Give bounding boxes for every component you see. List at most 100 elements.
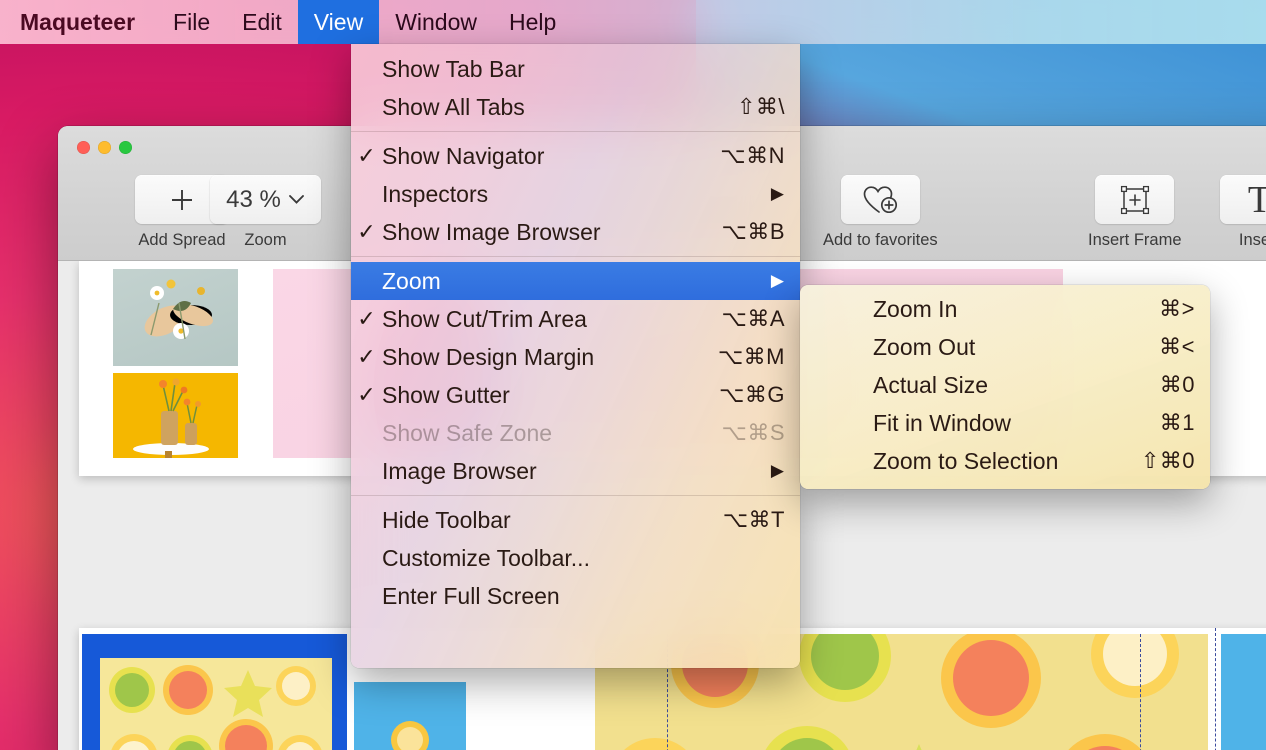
photo-right-blue-panel[interactable]	[1221, 634, 1266, 750]
view-menu-item-zoom[interactable]: Zoom ▶	[351, 262, 800, 300]
zoom-submenu[interactable]: Zoom In ⌘> Zoom Out ⌘< Actual Size ⌘0 Fit in W…	[800, 285, 1210, 489]
view-menu-item-label: Show Cut/Trim Area	[382, 305, 587, 332]
photo-dried-flowers[interactable]	[113, 269, 238, 366]
zoom-submenu-item-label: Zoom Out	[873, 333, 976, 360]
view-menu-item-shortcut: ⌥⌘B	[721, 219, 785, 244]
zoom-submenu-item-fit-in-window[interactable]: Fit in Window ⌘1	[800, 404, 1210, 442]
photo-flower-vases[interactable]	[113, 373, 238, 458]
insert-frame-label: Insert Frame	[1088, 231, 1182, 249]
zoom-submenu-item-actual-size[interactable]: Actual Size ⌘0	[800, 366, 1210, 404]
view-menu-item-label: Inspectors	[382, 180, 489, 207]
view-menu-item-label: Image Browser	[382, 457, 537, 484]
view-menu-item-show-navigator[interactable]: ✓ Show Navigator ⌥⌘N	[351, 137, 800, 175]
checkmark-icon: ✓	[357, 382, 376, 407]
view-menu-item-show-cut-trim-area[interactable]: ✓ Show Cut/Trim Area ⌥⌘A	[351, 300, 800, 338]
view-menu-item-show-safe-zone: Show Safe Zone ⌥⌘S	[351, 414, 800, 452]
zoom-submenu-item-zoom-in[interactable]: Zoom In ⌘>	[800, 290, 1210, 328]
view-menu-item-show-design-margin[interactable]: ✓ Show Design Margin ⌥⌘M	[351, 338, 800, 376]
view-menu-item-label: Show Image Browser	[382, 218, 601, 245]
insert-text-label: Insert	[1238, 231, 1266, 249]
view-menu-item-shortcut: ⌥⌘N	[720, 143, 785, 168]
view-menu-item-label: Show All Tabs	[382, 93, 525, 120]
view-menu-item-show-image-browser[interactable]: ✓ Show Image Browser ⌥⌘B	[351, 213, 800, 251]
gutter-guide-right	[1215, 628, 1216, 750]
window-controls[interactable]	[77, 141, 132, 154]
view-menu-item-show-all-tabs[interactable]: Show All Tabs ⇧⌘\	[351, 88, 800, 126]
submenu-arrow-icon: ▶	[770, 184, 784, 203]
view-menu-item-label: Zoom	[382, 267, 441, 294]
view-menu-item-shortcut: ⌥⌘S	[721, 420, 785, 445]
view-menu-separator	[351, 131, 800, 132]
menubar-item-file[interactable]: File	[157, 0, 226, 44]
zoom-submenu-item-shortcut: ⌘>	[1159, 296, 1195, 321]
view-menu-item-label: Show Tab Bar	[382, 55, 525, 82]
zoom-submenu-item-label: Zoom In	[873, 295, 958, 322]
view-menu-item-label: Show Gutter	[382, 381, 510, 408]
menu-bar[interactable]: Maqueteer File Edit View Window Help	[0, 0, 1266, 44]
menubar-item-maqueteer[interactable]: Maqueteer	[0, 0, 157, 44]
menubar-item-edit[interactable]: Edit	[226, 0, 298, 44]
design-margin-guide-right	[1140, 634, 1141, 750]
minimize-button[interactable]	[98, 141, 111, 154]
toolbar-insert-frame[interactable]: Insert Frame	[1088, 175, 1182, 250]
zoom-submenu-item-label: Fit in Window	[873, 409, 1012, 436]
view-dropdown-menu[interactable]: Show Tab Bar Show All Tabs ⇧⌘\ ✓ Show Naviga…	[351, 44, 800, 668]
view-menu-item-label: Show Safe Zone	[382, 419, 553, 446]
zoom-submenu-item-shortcut: ⌘<	[1159, 334, 1195, 359]
photo-blue-orange-panel[interactable]	[354, 682, 466, 750]
view-menu-item-enter-full-screen[interactable]: Enter Full Screen	[351, 577, 800, 615]
text-T-icon: T	[1247, 178, 1266, 221]
menubar-item-window[interactable]: Window	[379, 0, 493, 44]
toolbar-insert-text[interactable]: T Insert	[1220, 175, 1266, 250]
checkmark-icon: ✓	[357, 344, 376, 369]
checkmark-icon: ✓	[357, 306, 376, 331]
zoom-submenu-item-shortcut: ⇧⌘0	[1140, 448, 1195, 473]
view-menu-item-label: Customize Toolbar...	[382, 544, 590, 571]
zoom-label: Zoom	[244, 231, 287, 249]
zoom-submenu-item-label: Actual Size	[873, 371, 989, 398]
submenu-arrow-icon: ▶	[770, 461, 784, 480]
view-menu-item-image-browser[interactable]: Image Browser ▶	[351, 452, 800, 490]
view-menu-item-shortcut: ⌥⌘G	[719, 382, 785, 407]
zoom-submenu-item-zoom-out[interactable]: Zoom Out ⌘<	[800, 328, 1210, 366]
plus-icon	[172, 189, 192, 210]
submenu-arrow-icon: ▶	[770, 271, 784, 290]
view-menu-item-label: Hide Toolbar	[382, 506, 511, 533]
zoom-submenu-item-zoom-to-selection[interactable]: Zoom to Selection ⇧⌘0	[800, 442, 1210, 480]
zoom-submenu-item-shortcut: ⌘1	[1159, 410, 1195, 435]
zoom-stepper[interactable]: 43 %	[210, 175, 321, 224]
view-menu-item-label: Show Navigator	[382, 142, 545, 169]
menubar-item-view[interactable]: View	[297, 0, 380, 44]
view-menu-item-label: Enter Full Screen	[382, 582, 560, 609]
heart-plus-icon	[863, 185, 898, 213]
view-menu-item-customize-toolbar[interactable]: Customize Toolbar...	[351, 539, 800, 577]
insert-text-button[interactable]: T	[1220, 175, 1266, 224]
zoom-value: 43 %	[226, 185, 281, 213]
view-menu-item-show-gutter[interactable]: ✓ Show Gutter ⌥⌘G	[351, 376, 800, 414]
view-menu-item-shortcut: ⇧⌘\	[736, 94, 785, 119]
insert-frame-button[interactable]	[1095, 175, 1175, 224]
view-menu-item-show-tab-bar[interactable]: Show Tab Bar	[351, 50, 800, 88]
menubar-item-help[interactable]: Help	[493, 0, 572, 44]
view-menu-item-hide-toolbar[interactable]: Hide Toolbar ⌥⌘T	[351, 501, 800, 539]
toolbar-zoom[interactable]: 43 % Zoom	[210, 175, 321, 250]
chevron-down-icon	[288, 195, 304, 204]
zoom-submenu-item-label: Zoom to Selection	[873, 447, 1059, 474]
add-to-favorites-button[interactable]	[840, 175, 920, 224]
view-menu-item-label: Show Design Margin	[382, 343, 595, 370]
view-menu-item-inspectors[interactable]: Inspectors ▶	[351, 175, 800, 213]
zoom-submenu-item-shortcut: ⌘0	[1159, 372, 1195, 397]
view-menu-item-shortcut: ⌥⌘M	[717, 344, 785, 369]
close-button[interactable]	[77, 141, 90, 154]
view-menu-item-shortcut: ⌥⌘A	[721, 306, 785, 331]
add-to-favorites-label: Add to favorites	[823, 231, 938, 249]
view-menu-separator	[351, 256, 800, 257]
view-menu-item-shortcut: ⌥⌘T	[722, 507, 785, 532]
toolbar-favorites[interactable]: Add to favorites	[823, 175, 938, 250]
photo-citrus-collage-framed[interactable]	[82, 634, 347, 750]
maximize-button[interactable]	[119, 141, 132, 154]
frame-plus-icon	[1120, 185, 1149, 214]
checkmark-icon: ✓	[357, 219, 376, 244]
checkmark-icon: ✓	[357, 143, 376, 168]
view-menu-separator	[351, 495, 800, 496]
